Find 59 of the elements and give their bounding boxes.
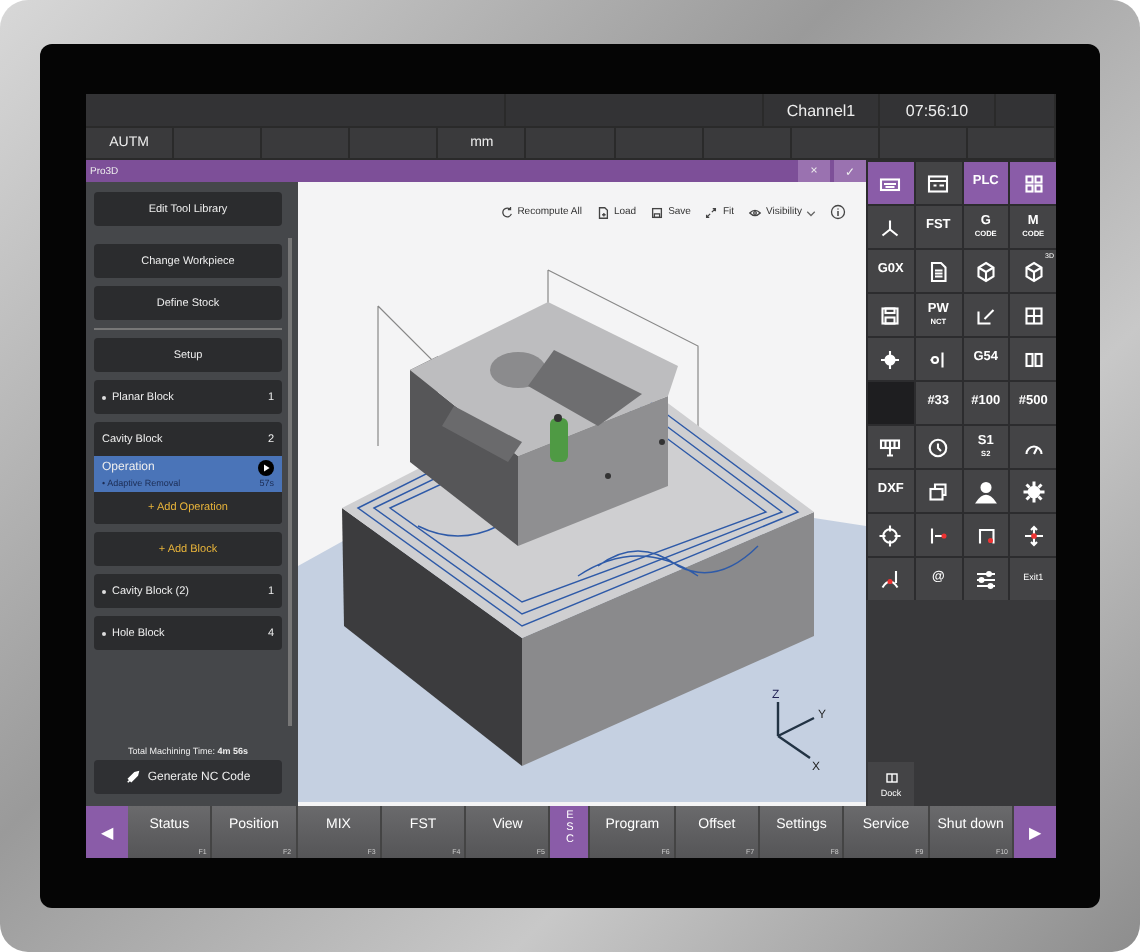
tool-tile[interactable] bbox=[868, 426, 914, 468]
tool-tile[interactable] bbox=[1010, 470, 1056, 512]
tool-tile[interactable] bbox=[1010, 426, 1056, 468]
tool-tile[interactable] bbox=[1010, 338, 1056, 380]
panel-icon bbox=[883, 770, 899, 786]
save-icon bbox=[650, 205, 665, 219]
grid-icon bbox=[1021, 303, 1046, 327]
axes-icon bbox=[878, 215, 903, 239]
refresh-icon bbox=[499, 205, 514, 219]
move-icon bbox=[1021, 523, 1046, 547]
tool-tile[interactable] bbox=[963, 514, 1009, 556]
gear-icon bbox=[1021, 479, 1046, 503]
play-icon bbox=[258, 460, 274, 476]
tool-tile[interactable] bbox=[963, 470, 1009, 512]
tool-tile[interactable] bbox=[915, 338, 961, 380]
document-icon bbox=[926, 259, 951, 283]
channel-label: Channel1 bbox=[786, 101, 856, 119]
tool-tile[interactable] bbox=[868, 338, 914, 380]
info-icon[interactable] bbox=[830, 204, 846, 220]
tool-tile[interactable] bbox=[963, 250, 1009, 292]
clock-icon bbox=[926, 435, 951, 459]
person-icon bbox=[973, 479, 998, 503]
tool-tile[interactable] bbox=[915, 426, 961, 468]
grid-icon bbox=[1021, 171, 1046, 195]
tool-tile[interactable] bbox=[868, 206, 914, 248]
eye-icon bbox=[748, 205, 763, 219]
tool-tile[interactable] bbox=[915, 514, 961, 556]
sliders-icon bbox=[973, 567, 998, 591]
tool-tile[interactable] bbox=[915, 250, 961, 292]
tool-tile[interactable] bbox=[963, 558, 1009, 600]
grid-icon bbox=[878, 435, 903, 459]
tool-tile[interactable] bbox=[868, 558, 914, 600]
crosshair-icon bbox=[878, 523, 903, 547]
tool-tile[interactable] bbox=[1010, 294, 1056, 336]
tool-tile[interactable] bbox=[1010, 162, 1056, 204]
axis-triad-icon bbox=[776, 700, 816, 760]
tool-tile[interactable] bbox=[868, 162, 914, 204]
target-icon bbox=[878, 347, 903, 371]
tool-tile[interactable] bbox=[868, 294, 914, 336]
previous-button[interactable]: ◀ bbox=[86, 806, 128, 858]
expand-icon bbox=[704, 205, 719, 219]
file-icon bbox=[595, 205, 610, 219]
clock-time: 07:56:10 bbox=[905, 101, 969, 119]
cube-icon bbox=[1021, 259, 1046, 283]
split-icon bbox=[1021, 347, 1046, 371]
next-button[interactable]: ▶ bbox=[1013, 806, 1056, 858]
cube-icon bbox=[973, 259, 998, 283]
tool-tile[interactable] bbox=[915, 470, 961, 512]
probe-icon bbox=[926, 523, 951, 547]
save-icon bbox=[878, 303, 903, 327]
corner-icon bbox=[973, 523, 998, 547]
tool-tile[interactable] bbox=[1010, 514, 1056, 556]
tool-tile[interactable] bbox=[963, 294, 1009, 336]
rocket-icon bbox=[125, 770, 140, 784]
windows-icon bbox=[926, 479, 951, 503]
tool-tile[interactable] bbox=[868, 514, 914, 556]
window-icon bbox=[926, 171, 951, 195]
arc-icon bbox=[878, 567, 903, 591]
tool-tile[interactable] bbox=[915, 162, 961, 204]
